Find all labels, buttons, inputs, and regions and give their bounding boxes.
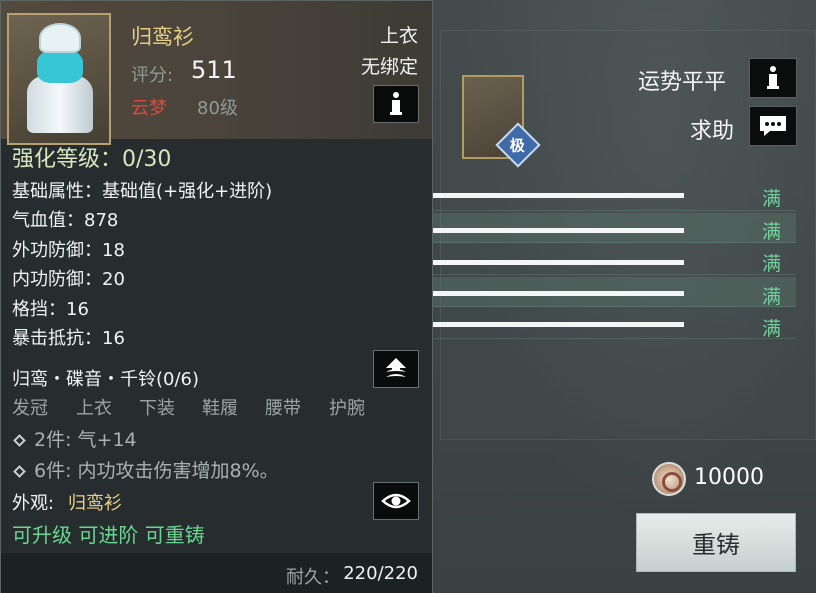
help-label: 求助 <box>690 119 735 144</box>
full-label: 满 <box>762 253 782 275</box>
progress-bar <box>432 193 684 198</box>
score-label: 评分: <box>131 65 174 86</box>
slot-type: 上衣 <box>379 25 418 47</box>
set-name: 归鸾・碟音・千铃(0/6) <box>12 369 200 390</box>
progress-bar <box>432 291 684 296</box>
chat-icon <box>760 116 786 136</box>
attribute-line: 外功防御：18 <box>12 240 125 261</box>
item-info-button[interactable] <box>373 85 419 123</box>
set-slot-item: 上衣 <box>76 398 112 419</box>
upgrade-icon <box>386 358 406 377</box>
info-icon <box>390 92 402 115</box>
enhance-level: 强化等级：0/30 <box>12 147 172 172</box>
upgrade-status: 可升级 可进阶 可重铸 <box>12 523 205 547</box>
durability-bar: 耐久： 220/220 <box>1 553 432 593</box>
full-label: 满 <box>762 221 782 243</box>
durability-value: 220/220 <box>343 563 418 584</box>
robe-icon <box>7 13 111 145</box>
preview-appearance-button[interactable] <box>373 482 419 520</box>
durability-label: 耐久： <box>286 567 340 588</box>
level-requirement: 80级 <box>197 98 238 119</box>
help-button[interactable] <box>749 106 797 146</box>
fortune-info-button[interactable] <box>749 58 797 98</box>
appearance-value: 归鸾衫 <box>68 493 122 514</box>
attribute-line: 格挡：16 <box>12 299 89 320</box>
set-slot-item: 发冠 <box>12 398 48 419</box>
set-slot-item: 鞋履 <box>202 398 238 419</box>
progress-bar <box>432 322 684 327</box>
item-name: 归鸾衫 <box>131 25 194 49</box>
score-value: 511 <box>191 56 237 84</box>
eye-icon <box>381 493 411 509</box>
bind-status: 无绑定 <box>360 56 418 78</box>
equipped-item-slot[interactable]: 极 <box>462 75 541 168</box>
progress-bar <box>432 260 684 265</box>
attribute-header: 基础属性：基础值(+强化+进阶) <box>12 181 273 202</box>
item-tooltip: 归鸾衫 评分: 511 云梦 80级 上衣 无绑定 强化等级：0/30 基础属性… <box>0 0 433 593</box>
set-slot-item: 下装 <box>139 398 175 419</box>
full-label: 满 <box>762 188 782 210</box>
fortune-label: 运势平平 <box>638 70 727 95</box>
full-label: 满 <box>762 318 782 340</box>
diamond-bullet-icon <box>13 465 26 478</box>
set-slot-item: 护腕 <box>329 398 365 419</box>
set-bonus: 6件: 内功攻击伤害增加8%。 <box>13 456 279 483</box>
diamond-bullet-icon <box>13 434 26 447</box>
set-bonus: 2件: 气+14 <box>13 425 137 452</box>
attribute-line: 气血值：878 <box>12 210 119 231</box>
attribute-line: 暴击抵抗：16 <box>12 328 125 349</box>
reforge-button[interactable]: 重铸 <box>636 513 796 572</box>
sect-requirement: 云梦 <box>131 98 167 119</box>
set-upgrade-button[interactable] <box>373 350 419 388</box>
set-slot-item: 腰带 <box>265 398 301 419</box>
coin-icon <box>652 462 686 496</box>
info-icon <box>767 66 779 89</box>
currency-amount: 10000 <box>694 465 764 490</box>
attribute-line: 内功防御：20 <box>12 269 125 290</box>
full-label: 满 <box>762 286 782 308</box>
appearance-label: 外观: <box>12 493 55 514</box>
progress-bar <box>432 228 684 233</box>
